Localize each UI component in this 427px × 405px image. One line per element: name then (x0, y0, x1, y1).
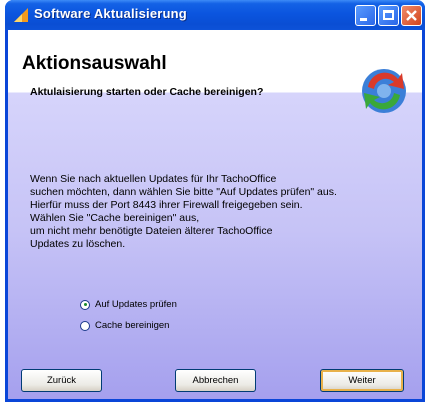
radio-check-updates[interactable]: Auf Updates prüfen (80, 298, 177, 311)
radio-button-checked[interactable] (80, 299, 90, 310)
title-bar[interactable]: Software Aktualisierung (5, 0, 425, 30)
radio-label[interactable]: Auf Updates prüfen (95, 299, 177, 310)
close-icon (406, 10, 417, 21)
description-line: um nicht mehr benötigte Dateien älterer … (30, 225, 273, 237)
description-line: Hierfür muss der Port 8443 ihrer Firewal… (30, 199, 303, 211)
page-title: Aktionsauswahl (22, 53, 167, 74)
description-text: Wenn Sie nach aktuellen Updates für Ihr … (30, 173, 415, 251)
description-line: suchen möchten, dann wählen Sie bitte "A… (30, 186, 337, 198)
cancel-button[interactable]: Abbrechen (175, 369, 256, 392)
window-title: Software Aktualisierung (34, 6, 187, 21)
radio-clear-cache[interactable]: Cache bereinigen (80, 319, 177, 332)
minimize-button[interactable] (355, 5, 376, 26)
maximize-icon (383, 10, 394, 20)
description-line: Wählen Sie "Cache bereinigen" aus, (30, 212, 200, 224)
next-button[interactable]: Weiter (320, 369, 404, 392)
radio-label[interactable]: Cache bereinigen (95, 320, 169, 331)
close-button[interactable] (401, 5, 422, 26)
minimize-icon (360, 18, 367, 21)
page-subtitle: Aktulaisierung starten oder Cache berein… (30, 86, 264, 98)
app-wizard-icon (14, 8, 28, 22)
action-radio-group: Auf Updates prüfen Cache bereinigen (80, 298, 177, 340)
update-sync-icon (362, 69, 406, 113)
description-line: Wenn Sie nach aktuellen Updates für Ihr … (30, 173, 277, 185)
back-button[interactable]: Zurück (21, 369, 102, 392)
description-line: Updates zu löschen. (30, 238, 126, 250)
dialog-window: Software Aktualisierung Aktionsauswahl A… (5, 0, 425, 402)
radio-button[interactable] (80, 320, 90, 331)
dialog-client-area: Aktionsauswahl Aktulaisierung starten od… (8, 30, 422, 399)
maximize-button[interactable] (378, 5, 399, 26)
